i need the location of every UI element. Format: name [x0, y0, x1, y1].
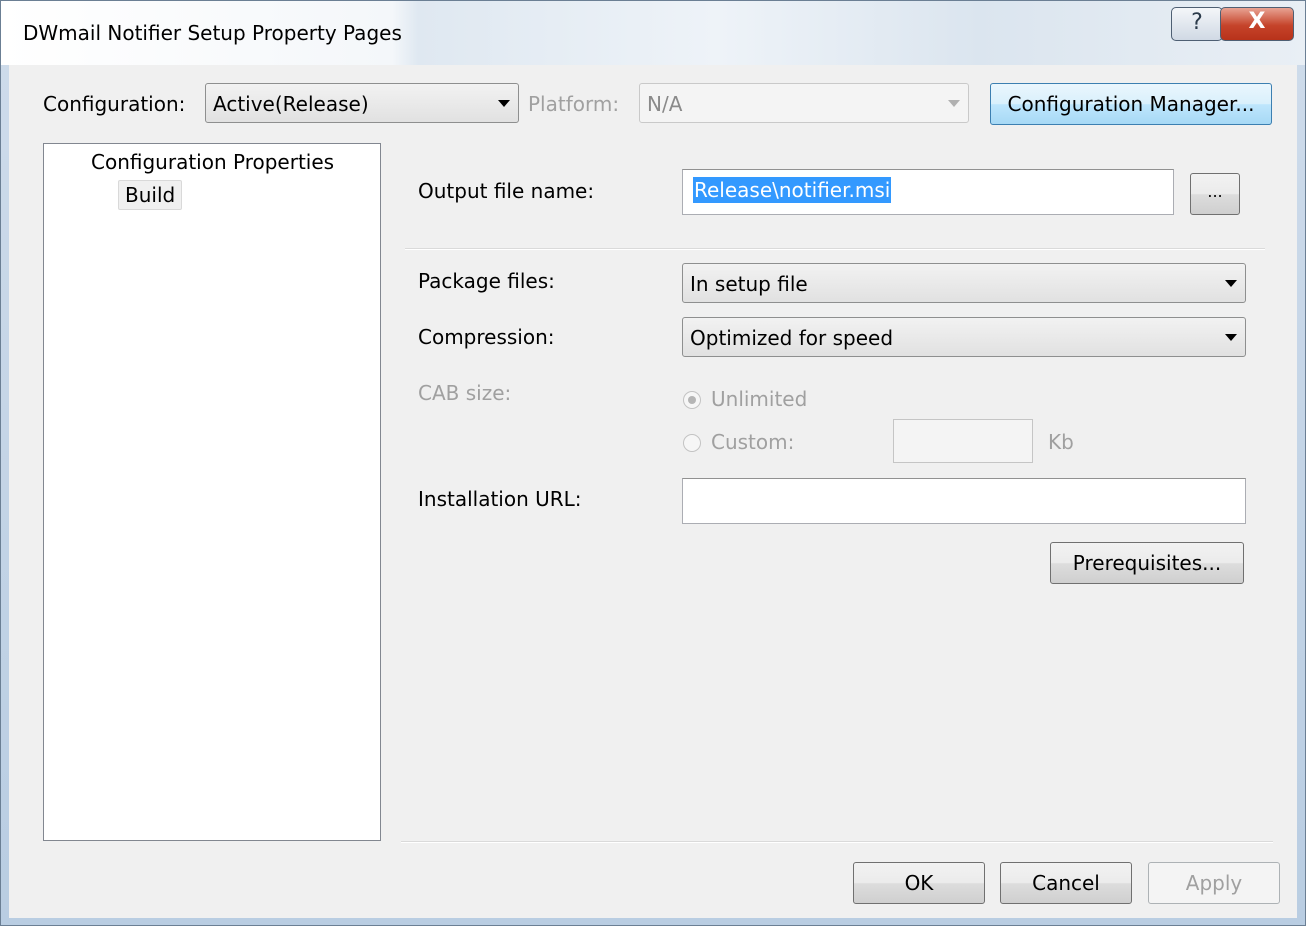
ok-button[interactable]: OK: [853, 862, 985, 904]
custom-radio: [683, 434, 701, 452]
separator: [405, 248, 1265, 250]
kb-label: Kb: [1048, 430, 1074, 454]
custom-size-input: [893, 419, 1033, 463]
help-icon: ?: [1191, 10, 1203, 35]
compression-label: Compression:: [418, 325, 555, 349]
apply-button: Apply: [1148, 862, 1280, 904]
dialog-client-area: Configuration: Active(Release) Platform:…: [9, 65, 1297, 918]
package-files-value: In setup file: [690, 272, 808, 296]
radio-dot-icon: [688, 396, 696, 404]
platform-label: Platform:: [528, 92, 620, 116]
property-tree[interactable]: Configuration Properties Build: [43, 143, 381, 841]
browse-button[interactable]: ...: [1190, 173, 1240, 215]
close-button[interactable]: X: [1220, 7, 1294, 41]
compression-value: Optimized for speed: [690, 326, 894, 350]
installation-url-input[interactable]: [682, 478, 1246, 524]
output-file-name-value: Release\notifier.msi: [693, 177, 892, 203]
footer-separator: [401, 841, 1273, 843]
configuration-dropdown[interactable]: Active(Release): [205, 83, 519, 123]
tree-item-configuration-properties[interactable]: Configuration Properties: [91, 150, 334, 174]
tree-item-build[interactable]: Build: [118, 180, 183, 210]
package-files-label: Package files:: [418, 269, 555, 293]
close-icon: X: [1248, 9, 1266, 34]
cab-size-label: CAB size:: [418, 381, 512, 405]
output-file-name-label: Output file name:: [418, 179, 595, 203]
unlimited-label: Unlimited: [711, 387, 808, 411]
prerequisites-button[interactable]: Prerequisites...: [1050, 542, 1244, 584]
custom-label: Custom:: [711, 430, 795, 454]
cancel-button[interactable]: Cancel: [1000, 862, 1132, 904]
configuration-label: Configuration:: [43, 92, 186, 116]
output-file-name-input[interactable]: Release\notifier.msi: [682, 169, 1174, 215]
platform-value: N/A: [647, 92, 683, 116]
chevron-down-icon: [948, 100, 960, 107]
platform-dropdown: N/A: [639, 83, 969, 123]
compression-dropdown[interactable]: Optimized for speed: [682, 317, 1246, 357]
chevron-down-icon: [1225, 280, 1237, 287]
configuration-value: Active(Release): [213, 92, 369, 116]
window-title: DWmail Notifier Setup Property Pages: [23, 21, 402, 45]
configuration-manager-button[interactable]: Configuration Manager...: [990, 83, 1272, 125]
title-bar[interactable]: DWmail Notifier Setup Property Pages ? X: [1, 1, 1305, 65]
package-files-dropdown[interactable]: In setup file: [682, 263, 1246, 303]
property-pages-window: DWmail Notifier Setup Property Pages ? X…: [0, 0, 1306, 926]
chevron-down-icon: [498, 100, 510, 107]
unlimited-radio: [683, 391, 701, 409]
help-button[interactable]: ?: [1171, 7, 1223, 41]
chevron-down-icon: [1225, 334, 1237, 341]
installation-url-label: Installation URL:: [418, 487, 582, 511]
